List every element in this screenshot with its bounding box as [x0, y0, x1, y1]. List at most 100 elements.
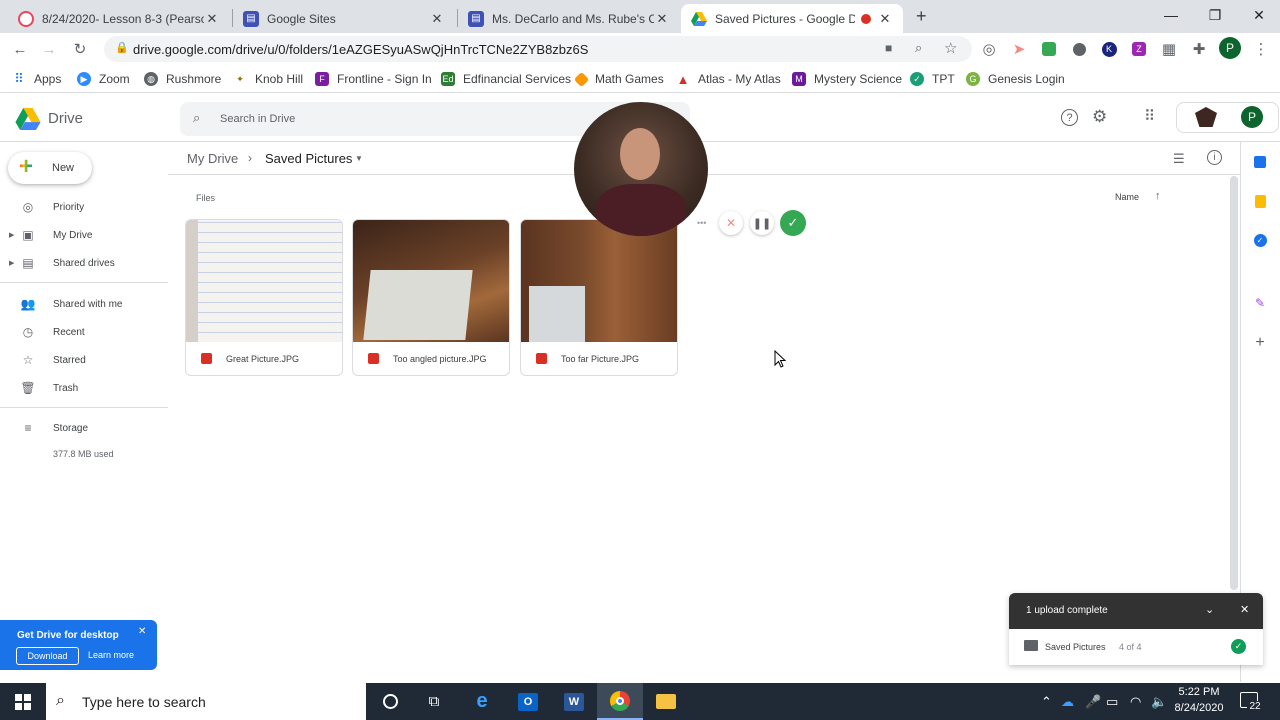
learn-more-link[interactable]: Learn more — [88, 650, 134, 660]
address-bar[interactable]: 🔒 drive.google.com/drive/u/0/folders/1eA… — [104, 36, 972, 62]
drive-logo-label[interactable]: Drive — [48, 110, 83, 127]
clock-time[interactable]: 5:22 PM — [1170, 686, 1228, 698]
list-view-icon[interactable]: ☰ — [1173, 151, 1185, 167]
expand-arrow-icon[interactable]: ▶ — [9, 259, 14, 267]
scrollbar[interactable] — [1230, 176, 1238, 590]
chrome-icon[interactable] — [597, 683, 643, 720]
file-card[interactable]: Too far Picture.JPG — [520, 219, 678, 376]
bookmark-zoom[interactable]: ▶ Zoom — [77, 71, 130, 87]
tab-saved-pictures[interactable]: Saved Pictures - Google Drive ✕ — [681, 4, 903, 33]
chevron-down-icon[interactable]: ▼ — [355, 154, 363, 163]
taskbar-search[interactable]: ⌕ Type here to search — [46, 683, 366, 720]
tab-google-sites[interactable]: ▤ Google Sites ✕ — [233, 4, 455, 33]
sidebar-item-priority[interactable]: ◎ Priority — [0, 195, 168, 219]
more-options-icon[interactable]: ••• — [697, 218, 706, 228]
reload-icon[interactable]: ↻ — [69, 38, 91, 60]
extension-circle-icon[interactable] — [1068, 38, 1090, 60]
cancel-recording-icon[interactable]: ✕ — [719, 211, 743, 235]
account-chip[interactable]: P — [1176, 102, 1279, 133]
chrome-menu-icon[interactable]: ⋮ — [1250, 38, 1272, 60]
extension-chrome-icon[interactable]: ◎ — [978, 38, 1000, 60]
bookmark-atlas[interactable]: ▲ Atlas - My Atlas — [676, 71, 781, 87]
close-icon[interactable]: ✕ — [1240, 603, 1249, 616]
help-icon[interactable]: ? — [1061, 109, 1078, 126]
bookmark-edfinancial[interactable]: Ed Edfinancial Services — [441, 71, 571, 87]
microphone-icon[interactable]: 🎤 — [1085, 694, 1101, 710]
window-close-icon[interactable]: ✕ — [1236, 0, 1280, 30]
sort-arrow-icon[interactable]: ↑ — [1155, 190, 1161, 202]
tasks-icon[interactable]: ✓ — [1253, 233, 1267, 247]
close-icon[interactable]: ✕ — [877, 11, 893, 27]
breadcrumb-root[interactable]: My Drive — [187, 151, 238, 166]
outlook-icon[interactable]: O — [505, 683, 551, 720]
search-icon[interactable]: ⌕ — [193, 110, 200, 126]
minimize-icon[interactable]: — — [1148, 0, 1194, 30]
keep-icon[interactable] — [1253, 194, 1267, 208]
forward-icon[interactable]: → — [38, 38, 60, 60]
onedrive-icon[interactable]: ☁ — [1061, 694, 1074, 710]
word-icon[interactable]: W — [551, 683, 597, 720]
close-icon[interactable]: ✕ — [429, 11, 445, 27]
clock-date[interactable]: 8/24/2020 — [1170, 702, 1228, 714]
sidebar-item-shared-with-me[interactable]: 👥 Shared with me — [0, 292, 168, 316]
google-apps-icon[interactable]: ⠿ — [1144, 107, 1155, 125]
sidebar-item-trash[interactable]: 🗑 Trash — [0, 376, 168, 400]
upload-folder[interactable]: Saved Pictures — [1045, 642, 1106, 652]
star-icon[interactable]: ☆ — [944, 39, 957, 57]
new-button[interactable]: + New — [8, 152, 92, 184]
calendar-icon[interactable] — [1253, 155, 1267, 169]
back-icon[interactable]: ← — [9, 38, 31, 60]
bookmark-math-games[interactable]: Math Games — [573, 71, 664, 87]
addon-icon[interactable]: ✎ — [1253, 296, 1267, 310]
extension-grid-icon[interactable]: ▦ — [1158, 38, 1180, 60]
restore-icon[interactable]: ❐ — [1192, 0, 1238, 30]
sidebar-item-shared-drives[interactable]: ▶ ▤ Shared drives — [0, 251, 168, 275]
bookmark-apps[interactable]: ⠿ Apps — [12, 71, 61, 87]
close-icon[interactable]: ✕ — [654, 11, 670, 27]
cortana-icon[interactable] — [367, 683, 413, 720]
pause-icon[interactable]: ❚❚ — [750, 211, 774, 235]
bookmark-rushmore[interactable]: ◍ Rushmore — [144, 71, 221, 87]
taskbar-search-input[interactable]: Type here to search — [82, 694, 206, 710]
download-button[interactable]: Download — [16, 647, 79, 665]
file-card[interactable]: Too angled picture.JPG — [352, 219, 510, 376]
extension-z-icon[interactable]: Z — [1128, 38, 1150, 60]
volume-icon[interactable]: 🔈 — [1151, 694, 1167, 710]
add-addon-icon[interactable]: + — [1253, 334, 1267, 351]
profile-avatar[interactable]: P — [1219, 37, 1241, 59]
bookmark-frontline[interactable]: F Frontline - Sign In — [315, 71, 432, 87]
bookmark-mystery-science[interactable]: M Mystery Science — [792, 71, 902, 87]
bookmark-tpt[interactable]: ✓ TPT — [910, 71, 955, 87]
expand-arrow-icon[interactable]: ▶ — [9, 231, 14, 239]
camera-icon[interactable]: ■ — [885, 41, 892, 55]
sidebar-item-starred[interactable]: ☆ Starred — [0, 348, 168, 372]
new-tab-icon[interactable]: + — [916, 6, 927, 27]
bookmark-knob-hill[interactable]: ✦ Knob Hill — [233, 71, 303, 87]
breadcrumb-current[interactable]: Saved Pictures — [265, 151, 352, 166]
edge-icon[interactable]: e — [459, 683, 505, 720]
file-card[interactable]: Great Picture.JPG — [185, 219, 343, 376]
sidebar-item-my-drive[interactable]: ▶ ▣ My Drive — [0, 223, 168, 247]
extension-green-icon[interactable] — [1038, 38, 1060, 60]
extensions-puzzle-icon[interactable]: ✚ — [1188, 38, 1210, 60]
tab-lesson[interactable]: 8/24/2020- Lesson 8-3 (Pearson) ✕ — [8, 4, 230, 33]
wifi-icon[interactable]: ◠ — [1130, 694, 1141, 710]
sidebar-item-storage[interactable]: ≡ Storage — [0, 416, 168, 440]
search-input[interactable]: Search in Drive — [220, 113, 295, 125]
close-icon[interactable]: ✕ — [204, 11, 220, 27]
file-explorer-icon[interactable] — [643, 683, 689, 720]
finish-recording-icon[interactable]: ✓ — [780, 210, 806, 236]
extension-screencast-icon[interactable]: ➤ — [1008, 38, 1030, 60]
zoom-icon[interactable]: ⌕ — [915, 40, 922, 56]
extension-k-icon[interactable]: K — [1098, 38, 1120, 60]
promo-close-icon[interactable]: ✕ — [138, 626, 146, 637]
google-drive-icon[interactable] — [15, 108, 41, 135]
task-view-icon[interactable]: ⧉ — [411, 683, 457, 720]
battery-icon[interactable]: ▭ — [1106, 694, 1118, 710]
windows-start-icon[interactable] — [0, 683, 46, 720]
sort-label[interactable]: Name — [1115, 192, 1139, 202]
collapse-icon[interactable]: ⌄ — [1205, 603, 1214, 616]
tab-class-site[interactable]: ▤ Ms. DeCarlo and Ms. Rube's Clas ✕ — [458, 4, 680, 33]
info-icon[interactable]: i — [1207, 150, 1222, 165]
show-hidden-icons-icon[interactable]: ⌃ — [1041, 694, 1052, 710]
